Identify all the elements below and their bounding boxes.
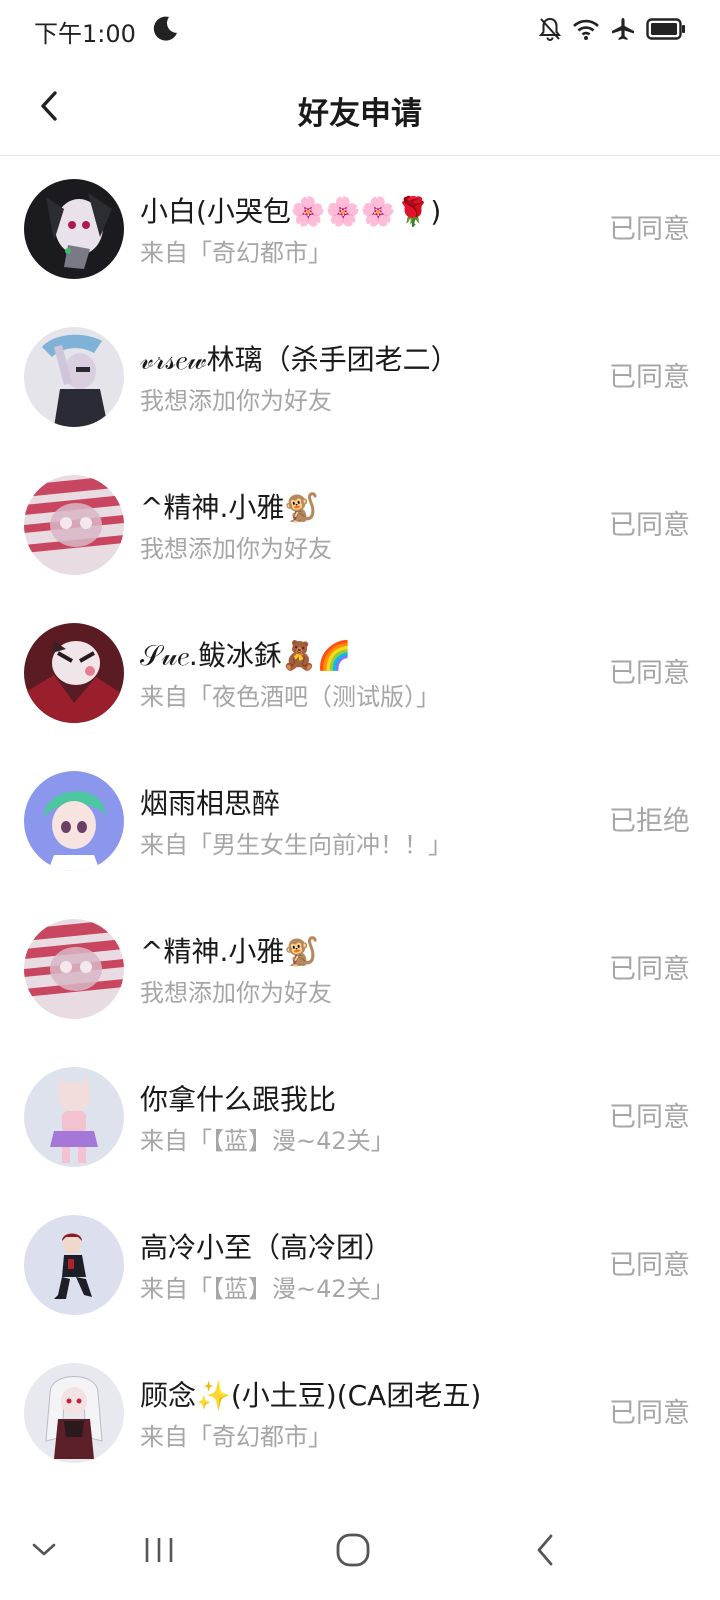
request-source: 来自「奇幻都市」 — [140, 1423, 332, 1451]
request-source: 来自「奇幻都市」 — [140, 239, 332, 267]
requester-name: 高冷小至（高冷团） — [140, 1231, 393, 1264]
system-nav-bar — [0, 1500, 720, 1600]
requester-name: 顾念✨(小土豆)(CA团老五) — [140, 1379, 482, 1412]
avatar[interactable] — [24, 327, 124, 427]
battery-icon — [646, 18, 686, 40]
recent-apps-button[interactable] — [129, 1520, 189, 1580]
request-status: 已同意 — [609, 1398, 690, 1429]
requester-name: ^精神.小雅🐒 — [140, 491, 320, 524]
requester-name: 你拿什么跟我比 — [140, 1083, 337, 1116]
back-icon — [537, 1534, 553, 1566]
home-icon — [336, 1533, 370, 1567]
request-source: 我想添加你为好友 — [140, 387, 332, 415]
requester-name: 𝒮𝓊𝑒.鲅冰鉌🧸🌈 — [140, 639, 352, 672]
request-status: 已同意 — [609, 510, 690, 541]
moon-icon — [150, 14, 180, 44]
avatar[interactable] — [24, 179, 124, 279]
bell-off-icon — [538, 16, 562, 42]
wifi-icon — [572, 17, 600, 41]
friend-request-row[interactable]: ^精神.小雅🐒 我想添加你为好友 已同意 — [0, 897, 720, 1045]
friend-request-row[interactable]: 小白(小哭包🌸🌸🌸🌹) 来自「奇幻都市」 已同意 — [0, 157, 720, 305]
home-button[interactable] — [323, 1520, 383, 1580]
request-status: 已拒绝 — [609, 806, 690, 837]
request-status: 已同意 — [609, 954, 690, 985]
status-time: 下午1:00 — [34, 20, 136, 48]
avatar[interactable] — [24, 475, 124, 575]
request-source: 我想添加你为好友 — [140, 535, 332, 563]
status-bar: 下午1:00 — [0, 0, 720, 60]
request-status: 已同意 — [609, 362, 690, 393]
friend-request-row[interactable]: 烟雨相思醉 来自「男生女生向前冲！！」 已拒绝 — [0, 749, 720, 897]
avatar[interactable] — [24, 919, 124, 1019]
friend-request-row[interactable]: ^精神.小雅🐒 我想添加你为好友 已同意 — [0, 453, 720, 601]
chevron-down-icon — [32, 1543, 56, 1556]
friend-request-row[interactable]: 你拿什么跟我比 来自「【蓝】漫~42关」 已同意 — [0, 1045, 720, 1193]
avatar[interactable] — [24, 1363, 124, 1463]
friend-request-row[interactable]: 高冷小至（高冷团） 来自「【蓝】漫~42关」 已同意 — [0, 1193, 720, 1341]
request-status: 已同意 — [609, 1102, 690, 1133]
airplane-icon — [610, 16, 636, 42]
hide-nav-button[interactable] — [14, 1520, 74, 1580]
avatar[interactable] — [24, 1215, 124, 1315]
app-header: 好友申请 — [0, 60, 720, 156]
friend-request-list: 小白(小哭包🌸🌸🌸🌹) 来自「奇幻都市」 已同意 𝓋𝓇𝓈𝑒𝓌林璃（杀手团老二） … — [0, 157, 720, 1489]
requester-name: ^精神.小雅🐒 — [140, 935, 320, 968]
request-source: 来自「【蓝】漫~42关」 — [140, 1127, 395, 1155]
avatar[interactable] — [24, 1067, 124, 1167]
avatar[interactable] — [24, 771, 124, 871]
page-title: 好友申请 — [298, 96, 422, 132]
friend-request-row[interactable]: 𝒮𝓊𝑒.鲅冰鉌🧸🌈 来自「夜色酒吧（测试版）」 已同意 — [0, 601, 720, 749]
request-status: 已同意 — [609, 214, 690, 245]
system-back-button[interactable] — [515, 1520, 575, 1580]
requester-name: 小白(小哭包🌸🌸🌸🌹) — [140, 195, 442, 228]
status-icons — [538, 14, 686, 44]
request-source: 我想添加你为好友 — [140, 979, 332, 1007]
requester-name: 烟雨相思醉 — [140, 787, 281, 820]
request-source: 来自「【蓝】漫~42关」 — [140, 1275, 395, 1303]
avatar[interactable] — [24, 623, 124, 723]
request-status: 已同意 — [609, 658, 690, 689]
request-status: 已同意 — [609, 1250, 690, 1281]
recent-apps-icon — [145, 1538, 173, 1562]
requester-name: 𝓋𝓇𝓈𝑒𝓌林璃（杀手团老二） — [140, 343, 459, 376]
request-source: 来自「夜色酒吧（测试版）」 — [140, 683, 440, 711]
friend-request-row[interactable]: 𝓋𝓇𝓈𝑒𝓌林璃（杀手团老二） 我想添加你为好友 已同意 — [0, 305, 720, 453]
request-source: 来自「男生女生向前冲！！」 — [140, 831, 452, 859]
friend-request-row[interactable]: 顾念✨(小土豆)(CA团老五) 来自「奇幻都市」 已同意 — [0, 1341, 720, 1489]
